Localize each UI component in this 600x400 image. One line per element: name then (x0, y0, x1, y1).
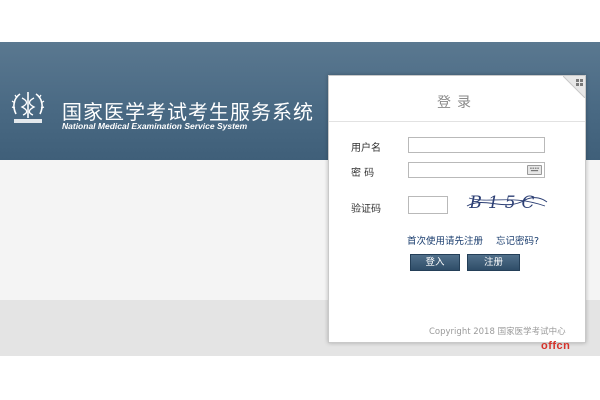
username-label: 用户名 (351, 143, 381, 154)
captcha-text: B15C (468, 193, 540, 213)
copyright-text: Copyright 2018 国家医学考试中心 (429, 327, 566, 337)
captcha-label: 验证码 (351, 204, 381, 215)
captcha-input[interactable] (408, 196, 448, 214)
captcha-image[interactable]: B15C (465, 190, 549, 214)
corner-switch-icon[interactable] (563, 76, 585, 98)
forgot-password-link[interactable]: 忘记密码? (496, 233, 539, 247)
bottom-blank-area (0, 356, 600, 400)
login-panel: 登录 用户名 密 码 验证码 B15C 首次使用请先注册 忘记密码? 登入 注册 (328, 75, 586, 343)
password-label: 密 码 (351, 168, 375, 179)
login-button[interactable]: 登入 (410, 254, 460, 271)
register-button[interactable]: 注册 (467, 254, 520, 271)
keyboard-icon[interactable] (527, 165, 542, 175)
password-input[interactable] (408, 162, 545, 178)
top-blank-area (0, 0, 600, 42)
register-hint-link[interactable]: 首次使用请先注册 (407, 233, 483, 247)
medical-emblem-icon (11, 92, 45, 123)
login-title: 登录 (437, 95, 477, 111)
offcn-watermark: offcn (541, 340, 571, 352)
site-subtitle: National Medical Examination Service Sys… (62, 121, 248, 131)
login-panel-header: 登录 (329, 76, 585, 122)
username-input[interactable] (408, 137, 545, 153)
